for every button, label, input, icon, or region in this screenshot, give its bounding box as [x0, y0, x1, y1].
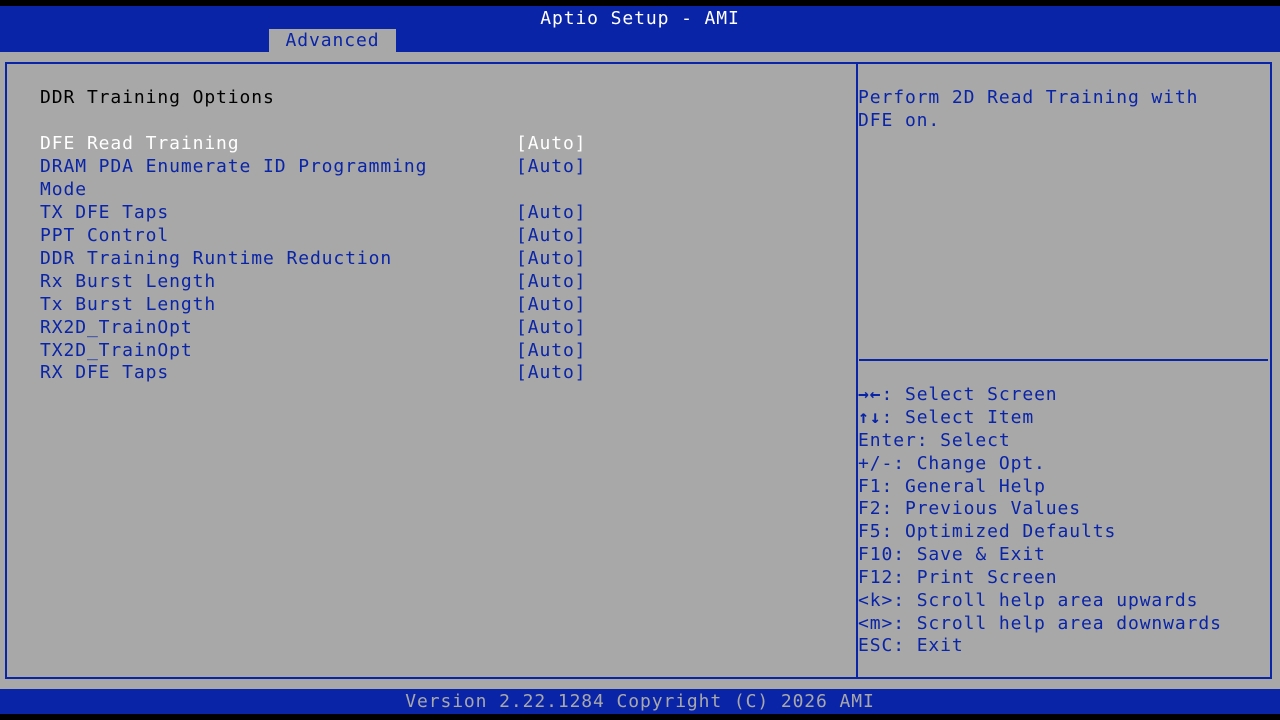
option-label: TX2D_TrainOpt	[40, 340, 193, 361]
help-text-line: DFE on.	[858, 110, 941, 131]
help-text-line: Perform 2D Read Training with	[858, 87, 1199, 108]
key-hint-f5: F5: Optimized Defaults	[858, 521, 1117, 542]
header-bar: Aptio Setup - AMI Advanced	[0, 6, 1280, 52]
option-value[interactable]: [Auto]	[516, 293, 586, 316]
help-divider-horizontal	[859, 359, 1268, 361]
key-hint-change-opt: +/-: Change Opt.	[858, 453, 1046, 474]
option-value[interactable]: [Auto]	[516, 155, 586, 178]
option-label: DRAM PDA Enumerate ID Programming Mode	[40, 156, 428, 200]
option-value[interactable]: [Auto]	[516, 316, 586, 339]
option-value[interactable]: [Auto]	[516, 339, 586, 362]
option-label: PPT Control	[40, 225, 170, 246]
option-label: TX DFE Taps	[40, 202, 170, 223]
section-title: DDR Training Options	[40, 87, 275, 108]
app-title: Aptio Setup - AMI	[540, 8, 740, 29]
option-value[interactable]: [Auto]	[516, 361, 586, 384]
option-value[interactable]: [Auto]	[516, 270, 586, 293]
option-label: RX2D_TrainOpt	[40, 317, 193, 338]
option-value[interactable]: [Auto]	[516, 247, 586, 270]
option-label: DFE Read Training	[40, 133, 240, 154]
option-label: Rx Burst Length	[40, 271, 217, 292]
tab-advanced[interactable]: Advanced	[269, 29, 396, 52]
arrow-left-right-icon: →←	[858, 384, 882, 405]
key-hint-enter: Enter: Select	[858, 430, 1011, 451]
key-hint-f1: F1: General Help	[858, 476, 1046, 497]
main-frame: DDR Training Options DFE Read Training […	[5, 62, 1272, 679]
footer-bar: Version 2.22.1284 Copyright (C) 2026 AMI	[0, 689, 1280, 714]
arrow-up-down-icon: ↑↓	[858, 407, 882, 428]
key-hint-f12: F12: Print Screen	[858, 567, 1058, 588]
key-hint-select-screen: →←: Select Screen	[858, 384, 1058, 405]
option-value[interactable]: [Auto]	[516, 132, 586, 155]
key-hint-f10: F10: Save & Exit	[858, 544, 1046, 565]
bottom-border-strip	[0, 714, 1280, 720]
option-value[interactable]: [Auto]	[516, 224, 586, 247]
option-value[interactable]: [Auto]	[516, 201, 586, 224]
option-label: Tx Burst Length	[40, 294, 217, 315]
key-hint-scroll-down: <m>: Scroll help area downwards	[858, 613, 1222, 634]
setup-body: DDR Training Options DFE Read Training […	[0, 52, 1280, 689]
key-hint-scroll-up: <k>: Scroll help area upwards	[858, 590, 1199, 611]
key-hint-f2: F2: Previous Values	[858, 498, 1082, 519]
option-label: RX DFE Taps	[40, 362, 170, 383]
version-text: Version 2.22.1284 Copyright (C) 2026 AMI	[405, 691, 875, 712]
key-hint-select-item: ↑↓: Select Item	[858, 407, 1035, 428]
option-label: DDR Training Runtime Reduction	[40, 248, 393, 269]
key-hint-esc: ESC: Exit	[858, 635, 964, 656]
